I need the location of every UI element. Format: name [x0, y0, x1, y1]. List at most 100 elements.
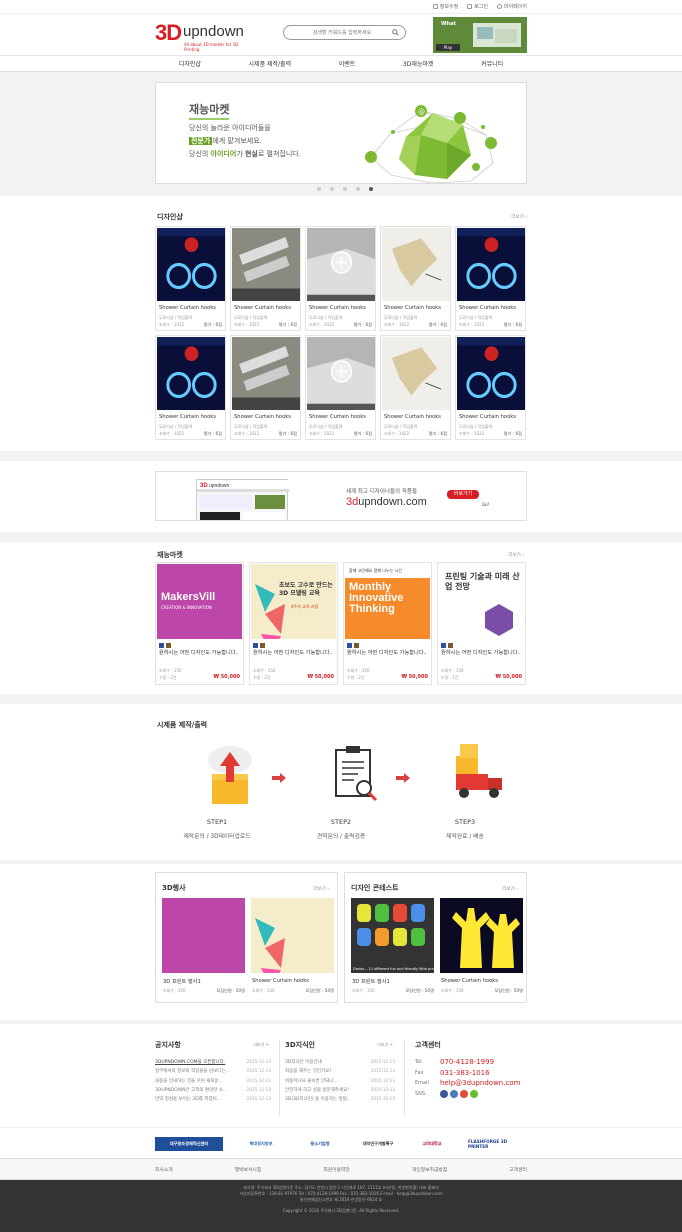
- contest-card[interactable]: Droids... 11 different fun and friendly …: [351, 898, 434, 998]
- design-card-rating: 평가 : 6점: [278, 431, 297, 436]
- site-logo[interactable]: 3D upndown All about 3D models for 3D Pr…: [155, 20, 250, 52]
- promo-banner[interactable]: 3D upndown 세계 최고 디자이너들의 작품들 3dupndown.co…: [155, 471, 527, 521]
- knowledge-row[interactable]: 3D(3D지식인) 을 이용하는 방법.. 2015-12-13: [285, 1096, 397, 1105]
- hero-dot[interactable]: [343, 187, 347, 191]
- hero-dot[interactable]: [356, 187, 360, 191]
- talent-thumbnail[interactable]: 프린팅 기술과 미래 산업 전망 3D: [439, 564, 524, 639]
- partner-logo[interactable]: 북대경지방부: [240, 1137, 282, 1151]
- design-thumbnail-art: [232, 337, 300, 410]
- design-card[interactable]: Shower Curtain hooks 무료디샵 / 작업출력 조회수 : 102…: [380, 335, 451, 440]
- events-title: 3D행사: [162, 884, 186, 892]
- nav-community[interactable]: 커뮤니티: [481, 59, 503, 68]
- footer-menu-item[interactable]: 고객센터: [509, 1166, 527, 1173]
- section-divider: [0, 451, 682, 461]
- notice-row[interactable]: 3DUPNDOWN.COM을 오픈합니다. 2015-12-13: [155, 1059, 273, 1068]
- talent-card[interactable]: 초보도 고수로 만드는 3D 모델링 교육 4주차 교육 과정 원하시는 어떤 디자…: [249, 562, 338, 685]
- design-thumbnail[interactable]: [307, 228, 375, 301]
- partner-logo[interactable]: 고려대학교: [413, 1137, 451, 1151]
- notice-row[interactable]: 내용을 인내하는 것을 우린 새로운... 2015-12-13: [155, 1078, 273, 1087]
- design-card[interactable]: Shower Curtain hooks 무료디샵 / 작업출력 조회수 : 102…: [380, 226, 451, 331]
- talent-thumbnail[interactable]: 초보도 고수로 만드는 3D 모델링 교육 4주차 교육 과정: [251, 564, 336, 639]
- talent-card[interactable]: Monthly Innovative Thinking 함께 고민해요 함께 나누…: [343, 562, 432, 685]
- nav-design-shop[interactable]: 디자인샵: [179, 59, 201, 68]
- partner-logo[interactable]: 중소기업청: [299, 1137, 341, 1151]
- logo-wordmark: upndown: [183, 23, 244, 40]
- customer-center-title: 고객센터: [415, 1041, 441, 1049]
- talent-card[interactable]: 프린팅 기술과 미래 산업 전망 3D 원하시는 어떤 디자인도 가능합니다.. 조회…: [437, 562, 526, 685]
- events-more-link[interactable]: 더보기 ›: [313, 886, 329, 892]
- login-link[interactable]: 로그인: [467, 3, 488, 10]
- twitter-icon[interactable]: [450, 1089, 458, 1098]
- events-card[interactable]: 3D 프린트 행사1 조회수 : 150 모집인원 : 50명: [162, 898, 245, 998]
- mypage-link[interactable]: 마이페이지: [496, 3, 527, 10]
- knowledge-row[interactable]: 처음을 해주는 것인가요? 2015-12-13: [285, 1068, 397, 1077]
- step-3-desc: 제작완료 / 배송: [446, 834, 484, 840]
- notice-row[interactable]: 3DUPNDOWN은 고객의 편의만 소... 2015-12-13: [155, 1087, 273, 1096]
- notice-row[interactable]: 만약 정성을 보이는 3D를 저렴이... 2015-12-13: [155, 1096, 273, 1105]
- knowledge-row[interactable]: 안전하게 하고 싶을 방문해주세요! 2015-12-13: [285, 1087, 397, 1096]
- design-card[interactable]: Shower Curtain hooks 무료디샵 / 작업출력 조회수 : 102…: [455, 226, 526, 331]
- contest-card[interactable]: Shower Curtain hooks 조회수 : 150 모집인원 : 50명: [440, 898, 523, 998]
- kakao-icon[interactable]: [470, 1089, 478, 1098]
- talent-market-more-link[interactable]: 더보기 ›: [508, 552, 524, 558]
- search-input[interactable]: [292, 28, 392, 38]
- blog-icon[interactable]: [460, 1089, 468, 1098]
- cs-email: Email help@3dupndown.com: [415, 1079, 520, 1091]
- facebook-icon[interactable]: [440, 1089, 448, 1098]
- nav-prototype[interactable]: 시제품 제작/출력: [249, 59, 292, 68]
- design-card[interactable]: Shower Curtain hooks 무료디샵 / 작업출력 조회수 : 102…: [455, 335, 526, 440]
- footer-menu-item[interactable]: 행박보서시침: [235, 1166, 261, 1173]
- notice-board: 공지사항 더보기 + 3DUPNDOWN.COM을 오픈합니다. 2015-12-…: [155, 1040, 273, 1115]
- partner-logo[interactable]: 대구창조경제혁신센터: [155, 1137, 223, 1151]
- events-thumbnail[interactable]: [251, 898, 334, 973]
- knowledge-more-link[interactable]: 더보기 +: [377, 1042, 393, 1048]
- talent-thumbnail[interactable]: Monthly Innovative Thinking 함께 고민해요 함께 나누…: [345, 564, 430, 639]
- notice-row-title: 3DUPNDOWN은 고객의 편의만 소...: [155, 1087, 228, 1093]
- nav-event[interactable]: 이벤트: [339, 59, 356, 68]
- header-ad-play-button[interactable]: Play: [436, 44, 460, 51]
- knowledge-row[interactable]: 3D지식인 이용안내 2015-12-13: [285, 1059, 397, 1068]
- talent-thumbnail[interactable]: MakersVill CREATION & INNOVATION: [157, 564, 242, 639]
- design-card[interactable]: Shower Curtain hooks 무료디샵 / 작업출력 조회수 : 102…: [155, 226, 226, 331]
- design-thumbnail[interactable]: [382, 337, 450, 410]
- hero-slide[interactable]: 재능마켓 당신의 놀라운 아이디어들을 전문가 에게 맡겨보세요. 당신의 아이디…: [155, 82, 527, 184]
- hero-dot-active[interactable]: [369, 187, 373, 191]
- design-card[interactable]: Shower Curtain hooks 무료디샵 / 작업출력 조회수 : 102…: [305, 226, 376, 331]
- cs-email-value[interactable]: help@3dupndown.com: [440, 1079, 520, 1087]
- footer-menu-item[interactable]: 회원이용약관: [323, 1166, 349, 1173]
- knowledge-row[interactable]: 비용이나요 물보면 안되나... 2015-12-13: [285, 1078, 397, 1087]
- design-thumbnail[interactable]: [157, 337, 225, 410]
- footer-menu-item[interactable]: 회사소개: [155, 1166, 173, 1173]
- design-card[interactable]: Shower Curtain hooks 무료디샵 / 작업출력 조회수 : 102…: [230, 226, 301, 331]
- design-thumbnail[interactable]: [157, 228, 225, 301]
- search-icon[interactable]: [392, 29, 399, 36]
- notice-row[interactable]: 일부에서의 정보와 작업물을 남보다는... 2015-12-13: [155, 1068, 273, 1077]
- design-card[interactable]: Shower Curtain hooks 무료디샵 / 작업출력 조회수 : 102…: [155, 335, 226, 440]
- contest-thumbnail[interactable]: Droids... 11 different fun and friendly …: [351, 898, 434, 973]
- design-shop-more-link[interactable]: 더보기 ›: [511, 214, 527, 220]
- header-ad-banner[interactable]: What Play: [433, 17, 527, 53]
- nav-talent-market[interactable]: 3D재능마켓: [403, 59, 434, 68]
- events-card-views: 조회수 : 150: [252, 988, 275, 993]
- footer-menu-item[interactable]: 개인정보취급방침: [412, 1166, 447, 1173]
- contest-more-link[interactable]: 더보기 ›: [502, 886, 518, 892]
- design-card[interactable]: Shower Curtain hooks 무료디샵 / 작업출력 조회수 : 102…: [305, 335, 376, 440]
- design-thumbnail[interactable]: [382, 228, 450, 301]
- design-thumbnail[interactable]: [232, 228, 300, 301]
- hero-dot[interactable]: [330, 187, 334, 191]
- design-thumbnail[interactable]: [307, 337, 375, 410]
- design-thumbnail[interactable]: [232, 337, 300, 410]
- partner-logo[interactable]: FLASHFORGE 3D PRINTER: [468, 1137, 524, 1151]
- design-thumbnail[interactable]: [457, 228, 525, 301]
- design-thumbnail[interactable]: [457, 337, 525, 410]
- edit-info-link[interactable]: 정보수정: [432, 3, 458, 10]
- partner-logo[interactable]: 대덕연구개발특구: [352, 1137, 404, 1151]
- events-thumbnail[interactable]: [162, 898, 245, 973]
- promo-go-button[interactable]: 바로가기: [447, 490, 479, 499]
- notice-more-link[interactable]: 더보기 +: [253, 1042, 269, 1048]
- contest-thumbnail[interactable]: [440, 898, 523, 973]
- hero-dot[interactable]: [317, 187, 321, 191]
- events-card[interactable]: Shower Curtain hooks 조회수 : 150 모집인원 : 50명: [251, 898, 334, 998]
- design-card[interactable]: Shower Curtain hooks 무료디샵 / 작업출력 조회수 : 102…: [230, 335, 301, 440]
- talent-card[interactable]: MakersVill CREATION & INNOVATION 원하시는 어떤 디…: [155, 562, 244, 685]
